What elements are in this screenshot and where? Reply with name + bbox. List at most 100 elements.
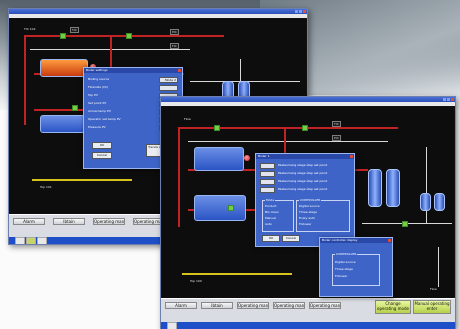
- pump-label: Top 100: [190, 279, 202, 283]
- minimize-icon[interactable]: [295, 10, 298, 13]
- front-scada-window: FileEditViewHelp: [160, 96, 456, 329]
- group-title: CONTROLLER: [299, 198, 322, 202]
- radio-option[interactable]: Three stage: [299, 210, 317, 214]
- footer-button-alarm[interactable]: Alarm: [13, 218, 45, 225]
- setpoint-value[interactable]: [260, 171, 275, 177]
- radio-option[interactable]: Follower: [335, 274, 348, 278]
- front-window-footer: Alarm Ibtain Operating manual Operating …: [161, 298, 455, 329]
- pipe: [182, 273, 292, 275]
- valve-icon[interactable]: [228, 205, 234, 211]
- minimize-icon[interactable]: [443, 98, 446, 101]
- taskbar-icon[interactable]: [167, 322, 177, 329]
- close-icon[interactable]: [178, 69, 181, 72]
- pipe: [178, 127, 398, 129]
- tank-label: TIC 102: [24, 27, 36, 31]
- pipe: [32, 179, 132, 181]
- footer-button-manual[interactable]: Operating manual: [93, 218, 125, 225]
- setpoint-value[interactable]: [260, 179, 275, 185]
- close-icon[interactable]: [451, 98, 454, 101]
- boiler-tank-1[interactable]: [194, 147, 244, 171]
- pump-label: Top 101: [40, 185, 52, 189]
- close-icon[interactable]: [388, 239, 391, 242]
- process-tag[interactable]: PIC: [170, 29, 179, 35]
- boiler-tank-1[interactable]: [40, 59, 88, 77]
- footer-button-manual-2[interactable]: Operating manual: [273, 302, 305, 309]
- radio-option[interactable]: Digital source: [335, 260, 356, 264]
- change-mode-button[interactable]: Change operating mode: [375, 300, 411, 314]
- dialog-title: Boiler 1: [256, 154, 354, 159]
- valve-icon[interactable]: [302, 125, 308, 131]
- maximize-icon[interactable]: [299, 10, 302, 13]
- setpoint-value[interactable]: [260, 163, 275, 169]
- setting-row: Boiling source Mode 2: [88, 77, 178, 83]
- maximize-icon[interactable]: [447, 98, 450, 101]
- storage-tank[interactable]: [420, 193, 431, 211]
- storage-tank[interactable]: [434, 193, 445, 211]
- radio-option[interactable]: Digital source: [299, 204, 320, 208]
- footer-button-manual-3[interactable]: Operating manual: [309, 302, 341, 309]
- group-title: CONTROLLER: [335, 252, 358, 256]
- dialog-title: Boiler settings: [84, 68, 182, 73]
- valve-icon[interactable]: [60, 33, 66, 39]
- setting-row: Flowrate (l/h): [88, 85, 178, 91]
- flow-label: Flow: [430, 287, 437, 291]
- manual-enter-button[interactable]: Manual operating enter: [413, 300, 451, 314]
- valve-icon[interactable]: [402, 221, 408, 227]
- setpoint-row: Pasteurising stage step set point: [260, 171, 350, 177]
- controller-display-dialog: Boiler controller display CONTROLLER Dig…: [319, 237, 393, 297]
- setpoint-value[interactable]: [260, 187, 275, 193]
- taskbar-icon[interactable]: [37, 237, 47, 244]
- footer-button-ibtain[interactable]: Ibtain: [201, 302, 233, 309]
- cancel-button[interactable]: Cancel: [92, 152, 112, 159]
- flow-label: Flow: [184, 117, 191, 121]
- pipe: [178, 127, 180, 227]
- taskbar-icon[interactable]: [15, 237, 25, 244]
- radio-option[interactable]: Fuzzy auto: [299, 216, 315, 220]
- valve-icon[interactable]: [126, 33, 132, 39]
- footer-button-manual[interactable]: Operating manual: [237, 302, 269, 309]
- valve-icon[interactable]: [214, 125, 220, 131]
- ok-button[interactable]: OK: [92, 142, 112, 149]
- pipe: [438, 247, 439, 287]
- taskbar-icon[interactable]: [26, 237, 36, 244]
- setpoint-row: Pasteurising stage step set point: [260, 187, 350, 193]
- process-tag[interactable]: FIC: [170, 43, 179, 49]
- screenshot-scene: FileEditViewHelp TIC PIC: [0, 0, 460, 329]
- boiler-tank-2[interactable]: [194, 195, 246, 221]
- footer-button-ibtain[interactable]: Ibtain: [53, 218, 85, 225]
- pipe: [24, 35, 26, 125]
- dialog-title: Boiler controller display: [320, 238, 392, 243]
- radio-option[interactable]: Product: [265, 204, 276, 208]
- pipe: [24, 35, 224, 37]
- radio-option[interactable]: Auto: [265, 222, 272, 226]
- process-tag[interactable]: PIC: [332, 135, 341, 141]
- group-title: Mode: [265, 198, 276, 202]
- footer-button-alarm[interactable]: Alarm: [165, 302, 197, 309]
- radio-option[interactable]: Follower: [299, 222, 312, 226]
- setpoint-row: Pasteurising stage step set point: [260, 179, 350, 185]
- boiler-dialog: Boiler 1 Pasteurising stage step set poi…: [255, 153, 355, 247]
- controller-group: CONTROLLER Digital source Three stage Fu…: [296, 198, 350, 232]
- storage-tank[interactable]: [368, 169, 382, 207]
- setpoint-row: Pasteurising stage step set point: [260, 163, 350, 169]
- cancel-button[interactable]: Cancel: [282, 235, 300, 242]
- close-icon[interactable]: [350, 155, 353, 158]
- radio-option[interactable]: Bio clean: [265, 210, 279, 214]
- radio-option[interactable]: Three stage: [335, 267, 353, 271]
- pipe: [188, 141, 388, 142]
- controller-group: CONTROLLER Digital source Three stage Fo…: [332, 252, 380, 286]
- ok-button[interactable]: OK: [262, 235, 280, 242]
- close-icon[interactable]: [303, 10, 306, 13]
- radio-option[interactable]: Manual: [265, 216, 276, 220]
- setting-value[interactable]: Mode 2: [159, 77, 178, 83]
- pipe: [426, 147, 427, 223]
- process-tag[interactable]: TIC: [70, 27, 79, 33]
- valve-icon[interactable]: [72, 105, 78, 111]
- pipe: [240, 59, 241, 83]
- storage-tank[interactable]: [386, 169, 400, 207]
- front-window-taskbar: [161, 322, 455, 329]
- back-window-menubar: FileEditViewHelp: [9, 14, 307, 30]
- setting-value[interactable]: [159, 85, 178, 91]
- mode-group: Mode Product Bio clean Manual Auto: [262, 198, 294, 232]
- process-tag[interactable]: TIC: [332, 121, 341, 127]
